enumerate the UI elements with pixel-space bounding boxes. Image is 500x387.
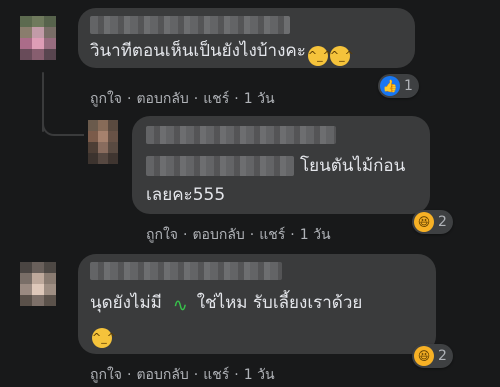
reaction-count: 2 <box>438 348 447 364</box>
comment-bubble: นุดยังไม่มี ∿ ใช่ไหม รับเลี้ยงเราด้วย ^_… <box>78 254 436 354</box>
comment-text: นุดยังไม่มี ∿ ใช่ไหม รับเลี้ยงเราด้วย <box>90 293 363 316</box>
comment-text-line1: โยนตันไม้ก่อน <box>300 156 406 176</box>
reaction-summary[interactable]: 👍 1 <box>378 74 419 98</box>
thread-connector <box>42 118 84 136</box>
haha-icon: 😆 <box>414 212 434 232</box>
avatar[interactable] <box>20 262 56 306</box>
reply-link[interactable]: ตอบกลับ <box>136 364 188 386</box>
like-link[interactable]: ถูกใจ <box>146 224 178 246</box>
reaction-summary[interactable]: 😆 2 <box>412 210 453 234</box>
author-name-redacted[interactable] <box>90 262 282 280</box>
comment-bubble: โยนตันไม้ก่อน เลยคะ555 <box>132 116 430 214</box>
comment-actions: ถูกใจ · ตอบกลับ · แชร์ · 1 วัน <box>90 88 275 110</box>
avatar[interactable] <box>88 120 118 164</box>
share-link[interactable]: แชร์ <box>203 88 229 110</box>
timestamp[interactable]: 1 วัน <box>244 88 275 110</box>
sweat-smile-emoji-icon: ^_^ <box>92 328 116 348</box>
snake-emoji-icon: ∿ <box>172 295 188 316</box>
reaction-count: 2 <box>438 214 447 230</box>
author-name-redacted[interactable] <box>146 126 336 144</box>
haha-icon: 😆 <box>414 346 434 366</box>
timestamp[interactable]: 1 วัน <box>300 224 331 246</box>
comment-actions: ถูกใจ · ตอบกลับ · แชร์ · 1 วัน <box>90 364 275 386</box>
reaction-summary[interactable]: 😆 2 <box>412 344 453 368</box>
sweat-smile-emoji-icon: ^_^ <box>329 46 354 66</box>
comment-text: วินาทีตอนเห็นเป็นยังไงบ้างคะ ^_^^_^ <box>90 38 354 66</box>
tagged-name-redacted[interactable] <box>146 156 294 176</box>
like-link[interactable]: ถูกใจ <box>90 364 122 386</box>
comment-actions: ถูกใจ · ตอบกลับ · แชร์ · 1 วัน <box>146 224 331 246</box>
avatar[interactable] <box>20 16 56 60</box>
sweat-smile-emoji-icon: ^_^ <box>307 46 332 66</box>
share-link[interactable]: แชร์ <box>203 364 229 386</box>
like-icon: 👍 <box>380 76 400 96</box>
comment-text-line2: ^_^ <box>90 320 116 348</box>
timestamp[interactable]: 1 วัน <box>244 364 275 386</box>
comment-text-line2: เลยคะ555 <box>146 185 226 205</box>
author-name-redacted[interactable] <box>90 16 290 34</box>
like-link[interactable]: ถูกใจ <box>90 88 122 110</box>
reply-link[interactable]: ตอบกลับ <box>136 88 188 110</box>
reaction-count: 1 <box>404 78 413 94</box>
share-link[interactable]: แชร์ <box>259 224 285 246</box>
reply-link[interactable]: ตอบกลับ <box>192 224 244 246</box>
comment-bubble: วินาทีตอนเห็นเป็นยังไงบ้างคะ ^_^^_^ <box>78 8 415 68</box>
